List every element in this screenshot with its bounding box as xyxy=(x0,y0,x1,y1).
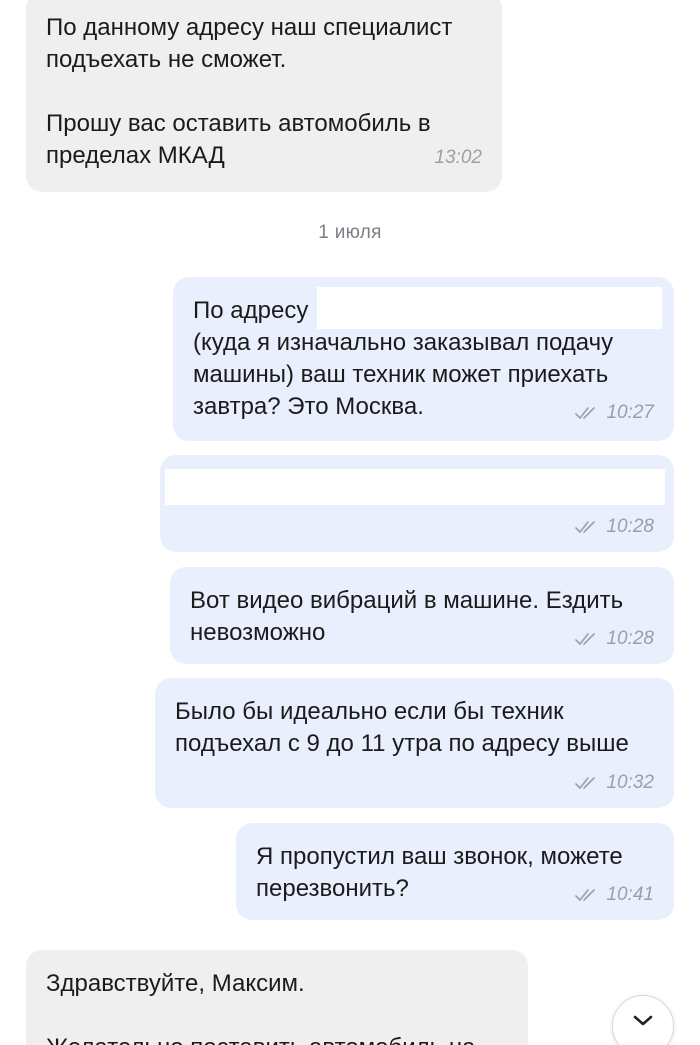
message-time: 10:41 xyxy=(606,884,654,905)
message-bubble-outgoing[interactable]: 10:28 xyxy=(160,455,674,552)
message-time: 10:28 xyxy=(606,628,654,649)
double-check-icon xyxy=(575,633,596,645)
message-time: 10:27 xyxy=(606,402,654,423)
message-text: По данному адресу наш специалист подъеха… xyxy=(46,14,453,169)
message-meta: 13:02 xyxy=(434,142,482,174)
message-time: 10:32 xyxy=(606,772,654,793)
message-meta: 10:32 xyxy=(574,767,654,799)
date-separator: 1 июля xyxy=(318,222,382,243)
double-check-icon xyxy=(575,407,596,419)
double-check-icon xyxy=(575,521,596,533)
redacted-content xyxy=(165,469,665,505)
message-meta: 10:27 xyxy=(574,397,654,429)
message-bubble-outgoing[interactable]: По адресу (куда я изначально заказывал п… xyxy=(173,277,674,441)
redacted-address xyxy=(317,287,662,329)
double-check-icon xyxy=(575,777,596,789)
message-meta: 10:28 xyxy=(574,623,654,655)
chat-message-list[interactable]: По данному адресу наш специалист подъеха… xyxy=(0,0,700,1045)
scroll-down-button[interactable] xyxy=(612,995,674,1045)
double-check-icon xyxy=(575,889,596,901)
message-bubble-outgoing[interactable]: Вот видео вибраций в машине. Ездить нево… xyxy=(170,567,674,664)
chevron-down-icon xyxy=(633,1015,653,1026)
message-text: Было бы идеально если бы техник подъехал… xyxy=(175,698,629,757)
message-bubble-outgoing[interactable]: Было бы идеально если бы техник подъехал… xyxy=(155,678,674,808)
message-bubble-incoming[interactable]: Здравствуйте, Максим. Желательно постави… xyxy=(26,950,528,1045)
message-meta: 10:41 xyxy=(574,879,654,911)
message-bubble-outgoing[interactable]: Я пропустил ваш звонок, можете перезвони… xyxy=(236,823,674,920)
message-meta: 10:28 xyxy=(574,511,654,543)
message-time: 13:02 xyxy=(434,147,482,168)
message-bubble-incoming[interactable]: По данному адресу наш специалист подъеха… xyxy=(26,0,502,192)
message-text: Здравствуйте, Максим. Желательно постави… xyxy=(46,970,475,1045)
message-time: 10:28 xyxy=(606,516,654,537)
